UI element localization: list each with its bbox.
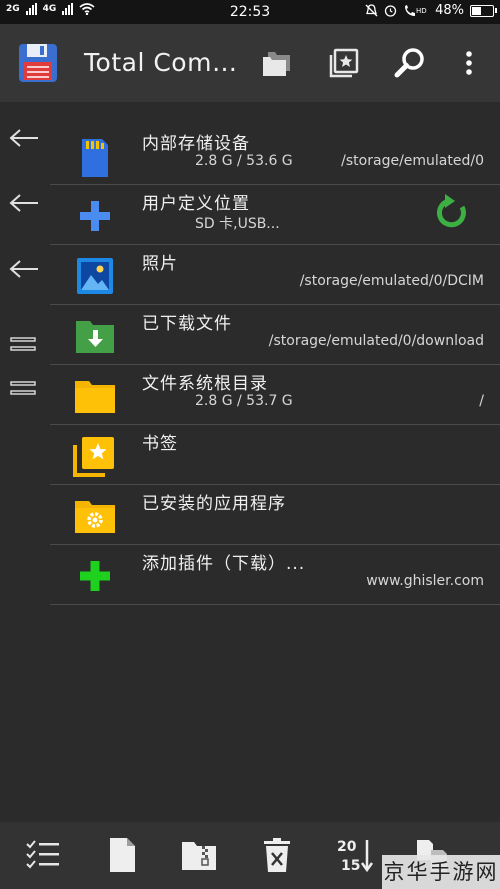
list-item-bookmarks[interactable]: 书签: [50, 425, 500, 485]
bottom-toolbar: 20 15 京华手游网: [0, 822, 500, 889]
item-size: SD 卡,USB...: [195, 216, 280, 232]
app-title: Total Com…: [84, 48, 238, 77]
status-right: HD 48%: [365, 3, 497, 18]
item-name: 内部存储设备: [142, 134, 250, 154]
image-icon: [77, 258, 113, 294]
equals-icon[interactable]: [8, 332, 40, 356]
screen: 2G 4G 22:53 HD 48% Total Com… 内部存储设备 2.8…: [0, 0, 500, 889]
item-size: 2.8 G / 53.6 G: [195, 153, 293, 169]
folder-icon: [75, 381, 115, 413]
arrow-left-icon[interactable]: [8, 191, 40, 215]
sd-card-icon: [82, 139, 108, 177]
item-path: /storage/emulated/0/DCIM: [299, 273, 484, 289]
item-path: www.ghisler.com: [366, 573, 484, 589]
item-name: 添加插件（下载）...: [142, 554, 306, 574]
arrow-left-icon[interactable]: [8, 257, 40, 281]
hd-call-icon: HD: [405, 5, 427, 16]
bookmark-folder-icon: [73, 437, 114, 477]
sort-by-date-icon[interactable]: 20 15: [336, 836, 374, 874]
alarm-icon: [384, 5, 397, 17]
checklist-icon[interactable]: [24, 836, 62, 874]
equals-icon[interactable]: [8, 376, 40, 400]
item-name: 用户定义位置: [142, 194, 250, 214]
new-file-icon[interactable]: [103, 836, 141, 874]
item-name: 已安装的应用程序: [142, 494, 286, 514]
search-icon[interactable]: [393, 46, 427, 80]
list-item-downloads[interactable]: 已下载文件 /storage/emulated/0/download: [50, 305, 500, 365]
list-item-add-plugins[interactable]: 添加插件（下载）... www.ghisler.com: [50, 545, 500, 605]
folders-icon[interactable]: [260, 46, 294, 80]
item-path: /storage/emulated/0: [341, 153, 484, 169]
plus-green-icon: [80, 561, 110, 591]
list-item-photos[interactable]: 照片 /storage/emulated/0/DCIM: [50, 245, 500, 305]
list-item-internal-storage[interactable]: 内部存储设备 2.8 G / 53.6 G /storage/emulated/…: [50, 125, 500, 185]
item-path: /storage/emulated/0/download: [268, 333, 484, 349]
gear-folder-icon: [75, 501, 115, 533]
trash-icon[interactable]: [258, 836, 296, 874]
bookmark-star-icon[interactable]: [327, 46, 361, 80]
watermark: 京华手游网: [382, 855, 500, 889]
app-bar: Total Com…: [0, 24, 500, 102]
item-name: 照片: [142, 254, 178, 274]
download-folder-icon: [76, 321, 114, 353]
battery-percent: 48%: [435, 3, 464, 18]
item-name: 文件系统根目录: [142, 374, 268, 394]
hd-label: HD: [416, 7, 427, 15]
more-vertical-icon[interactable]: [452, 46, 486, 80]
location-list: 内部存储设备 2.8 G / 53.6 G /storage/emulated/…: [50, 125, 500, 605]
list-item-installed-apps[interactable]: 已安装的应用程序: [50, 485, 500, 545]
item-size: 2.8 G / 53.7 G: [195, 393, 293, 409]
item-name: 书签: [142, 434, 178, 454]
status-bar: 2G 4G 22:53 HD 48%: [0, 0, 500, 24]
battery-icon: [470, 4, 497, 17]
sort-date-bottom: 15: [341, 858, 360, 874]
bell-off-icon: [365, 4, 378, 17]
item-path: /: [479, 393, 484, 409]
list-item-user-location[interactable]: 用户定义位置 SD 卡,USB...: [50, 185, 500, 245]
list-item-root[interactable]: 文件系统根目录 2.8 G / 53.7 G /: [50, 365, 500, 425]
side-rail: [0, 102, 50, 822]
item-name: 已下载文件: [142, 314, 232, 334]
plus-blue-icon: [80, 201, 110, 231]
sort-date-top: 20: [337, 839, 357, 855]
zip-folder-icon[interactable]: [180, 836, 218, 874]
arrow-left-icon[interactable]: [8, 126, 40, 150]
floppy-disk-logo-icon[interactable]: [18, 43, 58, 83]
refresh-icon[interactable]: [432, 193, 472, 233]
